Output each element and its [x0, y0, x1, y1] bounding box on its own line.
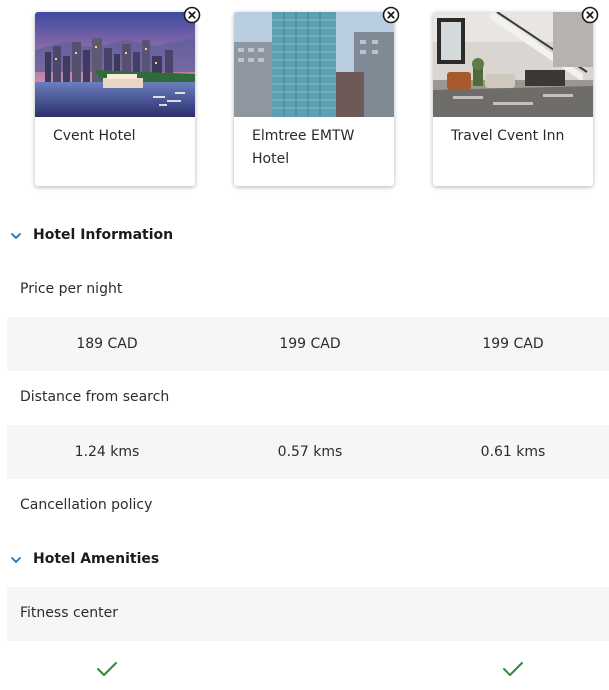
hotel-card[interactable]: Elmtree EMTW Hotel	[234, 6, 400, 186]
distance-value: 0.61 kms	[480, 444, 546, 460]
hotel-name[interactable]: Elmtree EMTW Hotel	[252, 125, 382, 171]
hotel-card[interactable]: Travel Cvent Inn	[433, 6, 599, 186]
check-icon	[97, 662, 117, 676]
hotel-lobby-photo	[433, 12, 593, 117]
distance-value: 0.57 kms	[277, 444, 343, 460]
hotel-cards: Cvent Hotel Elmtree EMTW Hotel Travel Cv…	[0, 0, 609, 200]
row-values-distance: 1.24 kms 0.57 kms 0.61 kms	[7, 425, 609, 479]
row-label-price: Price per night	[7, 263, 609, 317]
price-value: 189 CAD	[76, 336, 138, 352]
hotel-card[interactable]: Cvent Hotel	[35, 6, 201, 186]
row-label-text: Fitness center	[20, 605, 118, 621]
glass-tower-photo	[234, 12, 394, 117]
price-value: 199 CAD	[279, 336, 341, 352]
hotel-name[interactable]: Cvent Hotel	[53, 125, 183, 148]
check-icon	[503, 662, 523, 676]
section-title: Hotel Amenities	[33, 551, 160, 567]
row-values-fitness	[7, 641, 609, 690]
row-label-distance: Distance from search	[7, 371, 609, 425]
row-values-price: 189 CAD 199 CAD 199 CAD	[7, 317, 609, 371]
row-label-cancellation: Cancellation policy	[7, 479, 609, 533]
section-hotel-amenities[interactable]: Hotel Amenities	[0, 545, 609, 575]
section-hotel-information[interactable]: Hotel Information	[0, 221, 609, 251]
row-label-text: Cancellation policy	[20, 497, 153, 513]
hotel-name[interactable]: Travel Cvent Inn	[451, 125, 581, 148]
distance-value: 1.24 kms	[74, 444, 140, 460]
row-label-text: Price per night	[20, 281, 123, 297]
chevron-down-icon[interactable]	[10, 554, 22, 566]
harbor-skyline-photo	[35, 12, 195, 117]
section-title: Hotel Information	[33, 227, 174, 243]
close-circle-icon[interactable]	[581, 6, 599, 24]
price-value: 199 CAD	[482, 336, 544, 352]
row-label-fitness: Fitness center	[7, 587, 609, 641]
close-circle-icon[interactable]	[382, 6, 400, 24]
chevron-down-icon[interactable]	[10, 230, 22, 242]
close-circle-icon[interactable]	[183, 6, 201, 24]
row-label-text: Distance from search	[20, 389, 170, 405]
